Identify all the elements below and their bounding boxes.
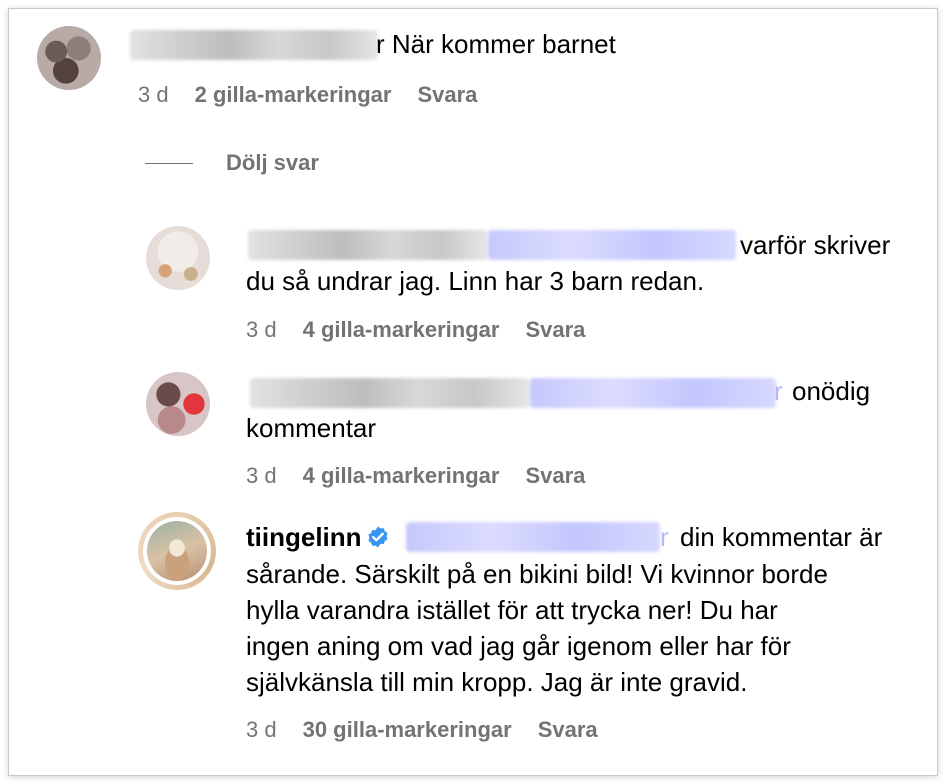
redacted-mention — [488, 230, 736, 260]
comment-age[interactable]: 3 d — [246, 463, 277, 488]
reply-button[interactable]: Svara — [538, 717, 598, 742]
likes-count[interactable]: 4 gilla-markeringar — [303, 317, 500, 342]
author-line: tiingelinn — [246, 519, 390, 556]
author-avatar-story-ring[interactable] — [138, 512, 216, 590]
comment-meta: 3 d 4 gilla-markeringar Svara — [246, 463, 611, 489]
comment-age[interactable]: 3 d — [246, 717, 277, 742]
comment-age[interactable]: 3 d — [246, 317, 277, 342]
comment-text-line3: hylla varandra istället för att trycka n… — [246, 595, 778, 625]
comment-age[interactable]: 3 d — [138, 82, 169, 107]
reply-button[interactable]: Svara — [525, 317, 585, 342]
author-username[interactable]: tiingelinn — [246, 522, 362, 552]
comment-text-line2: kommentar — [246, 413, 377, 443]
comment-text: r När kommer barnet — [376, 29, 616, 59]
avatar[interactable] — [146, 226, 210, 290]
comment-text-line1: din kommentar är — [680, 522, 883, 552]
avatar[interactable] — [37, 26, 101, 90]
redacted-mention — [530, 378, 776, 408]
comment-text-line5: självkänsla till min kropp. Jag är inte … — [246, 667, 748, 697]
reply-button[interactable]: Svara — [417, 82, 477, 107]
comment-meta: 3 d 30 gilla-markeringar Svara — [246, 717, 624, 743]
comment-text-line2: du så undrar jag. Linn har 3 barn redan. — [246, 266, 705, 296]
reply-button[interactable]: Svara — [525, 463, 585, 488]
likes-count[interactable]: 30 gilla-markeringar — [303, 717, 512, 742]
redacted-mention — [406, 522, 660, 552]
comment-meta: 3 d 2 gilla-markeringar Svara — [138, 82, 503, 108]
redacted-username — [250, 378, 530, 408]
mention-tail[interactable]: r — [660, 519, 669, 556]
hide-replies-line — [145, 163, 193, 164]
comment-meta: 3 d 4 gilla-markeringar Svara — [246, 317, 611, 343]
hide-replies-button[interactable]: Dölj svar — [226, 150, 319, 176]
likes-count[interactable]: 4 gilla-markeringar — [303, 463, 500, 488]
comment-text-line2: sårande. Särskilt på en bikini bild! Vi … — [246, 559, 828, 589]
comment-text-line1: varför skriver — [740, 230, 891, 260]
likes-count[interactable]: 2 gilla-markeringar — [195, 82, 392, 107]
mention-tail[interactable]: r — [774, 373, 783, 410]
verified-badge-icon — [366, 522, 390, 548]
avatar[interactable] — [146, 372, 210, 436]
author-avatar — [147, 521, 207, 581]
comment-text-line4: ingen aning om vad jag går igenom eller … — [246, 631, 791, 661]
redacted-username — [248, 230, 488, 260]
redacted-username — [130, 30, 378, 60]
comment-text-line1: onödig — [792, 376, 871, 406]
